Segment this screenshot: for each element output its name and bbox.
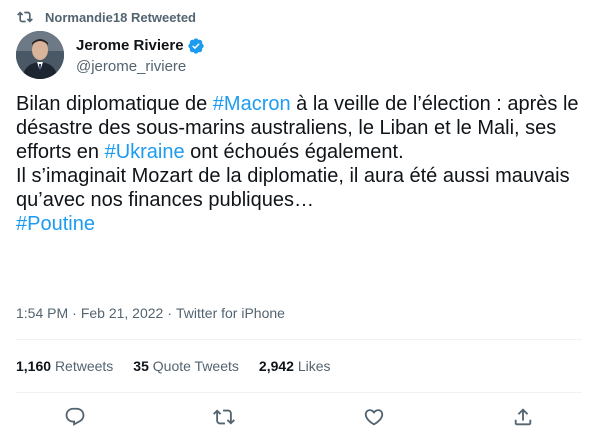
reply-icon [65, 407, 85, 426]
tweet-text-segment: Bilan diplomatique de [16, 93, 213, 115]
retweet-context[interactable]: Normandie18 Retweeted [17, 8, 196, 26]
divider [16, 392, 582, 393]
verified-badge-icon [187, 37, 204, 54]
retweet-button[interactable] [213, 406, 236, 428]
tweet-text-segment: ont échoués également. [184, 141, 404, 163]
hashtag-link[interactable]: #Ukraine [105, 141, 185, 163]
quote-tweets-label: Quote Tweets [152, 358, 239, 374]
share-button[interactable] [512, 406, 534, 428]
like-button[interactable] [363, 406, 385, 428]
quote-tweets-count: 35 [133, 358, 149, 374]
tweet-paragraph-2: Il s’imaginait Mozart de la diplomatie, … [16, 165, 570, 211]
tweet-time[interactable]: 1:54 PM [16, 305, 68, 321]
retweet-text[interactable]: Normandie18 Retweeted [45, 10, 196, 25]
avatar-portrait-icon [16, 31, 64, 79]
author-handle[interactable]: @jerome_riviere [76, 58, 205, 75]
divider [16, 339, 582, 340]
share-icon [515, 408, 532, 426]
likes-label: Likes [297, 358, 331, 374]
tweet-source[interactable]: Twitter for iPhone [176, 305, 285, 321]
likes-count: 2,942 [258, 358, 294, 374]
tweet-paragraph-3: #Poutine [16, 212, 588, 236]
hashtag-link[interactable]: #Poutine [16, 213, 95, 235]
tweet-actions [0, 404, 598, 430]
meta-separator: · [167, 305, 172, 321]
tweet-text: Bilan diplomatique de #Macron à la veill… [16, 92, 588, 236]
tweet-date[interactable]: Feb 21, 2022 [81, 305, 164, 321]
avatar[interactable] [16, 31, 64, 79]
author-display-name[interactable]: Jerome Riviere [76, 37, 184, 54]
retweets-count: 1,160 [16, 358, 52, 374]
tweet-author[interactable]: Jerome Riviere @jerome_riviere [16, 31, 205, 79]
hashtag-link[interactable]: #Macron [213, 93, 291, 115]
retweets-label: Retweets [54, 358, 114, 374]
retweets-stat[interactable]: 1,160 Retweets [16, 358, 113, 374]
retweet-icon [213, 409, 236, 425]
tweet-meta: 1:54 PM · Feb 21, 2022 · Twitter for iPh… [16, 305, 285, 321]
heart-icon [364, 409, 383, 426]
likes-stat[interactable]: 2,942 Likes [259, 358, 331, 374]
retweet-icon [17, 11, 33, 23]
tweet-stats: 1,160 Retweets 35 Quote Tweets 2,942 Lik… [16, 358, 351, 374]
tweet-paragraph-1: Bilan diplomatique de #Macron à la veill… [16, 92, 588, 164]
reply-button[interactable] [64, 406, 86, 428]
quote-tweets-stat[interactable]: 35 Quote Tweets [133, 358, 239, 374]
meta-separator: · [72, 305, 77, 321]
